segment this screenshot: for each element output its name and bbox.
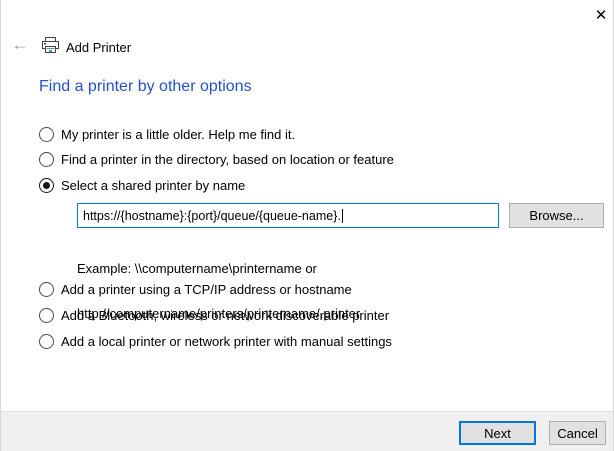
radio-label: Find a printer in the directory, based o… (61, 152, 394, 167)
browse-button[interactable]: Browse... (509, 203, 604, 228)
printer-icon (41, 37, 60, 59)
radio-label: Select a shared printer by name (61, 178, 245, 193)
radio-label: Add a printer using a TCP/IP address or … (61, 282, 352, 297)
radio-tcpip-printer[interactable]: Add a printer using a TCP/IP address or … (39, 282, 352, 297)
radio-older-printer[interactable]: My printer is a little older. Help me fi… (39, 127, 295, 142)
page-title: Find a printer by other options (39, 78, 252, 96)
back-button[interactable]: ← (7, 34, 33, 56)
radio-selected-icon (39, 178, 54, 193)
back-arrow-icon: ← (12, 35, 29, 54)
example-line-1: Example: \\computername\printername or (77, 261, 360, 276)
radio-circle-icon (39, 334, 54, 349)
radio-circle-icon (39, 127, 54, 142)
dialog-title: Add Printer (66, 40, 131, 55)
radio-label: Add a local printer or network printer w… (61, 334, 392, 349)
radio-circle-icon (39, 152, 54, 167)
radio-local-printer-manual[interactable]: Add a local printer or network printer w… (39, 334, 392, 349)
radio-circle-icon (39, 282, 54, 297)
input-value: https://{hostname}:{port}/queue/{queue-n… (83, 209, 341, 223)
next-button[interactable]: Next (459, 421, 536, 445)
radio-bluetooth-wireless-printer[interactable]: Add a Bluetooth, wireless or network dis… (39, 308, 389, 323)
radio-label: My printer is a little older. Help me fi… (61, 127, 295, 142)
add-printer-dialog: ✕ ← Add Printer Find a printer by other … (0, 0, 614, 451)
radio-label: Add a Bluetooth, wireless or network dis… (61, 308, 389, 323)
radio-shared-printer-by-name[interactable]: Select a shared printer by name (39, 178, 245, 193)
radio-circle-icon (39, 308, 54, 323)
close-icon: ✕ (595, 6, 608, 24)
cancel-button[interactable]: Cancel (549, 421, 606, 445)
shared-printer-name-input[interactable]: https://{hostname}:{port}/queue/{queue-n… (77, 203, 499, 228)
text-caret (342, 209, 343, 223)
close-button[interactable]: ✕ (589, 4, 613, 26)
radio-find-in-directory[interactable]: Find a printer in the directory, based o… (39, 152, 394, 167)
